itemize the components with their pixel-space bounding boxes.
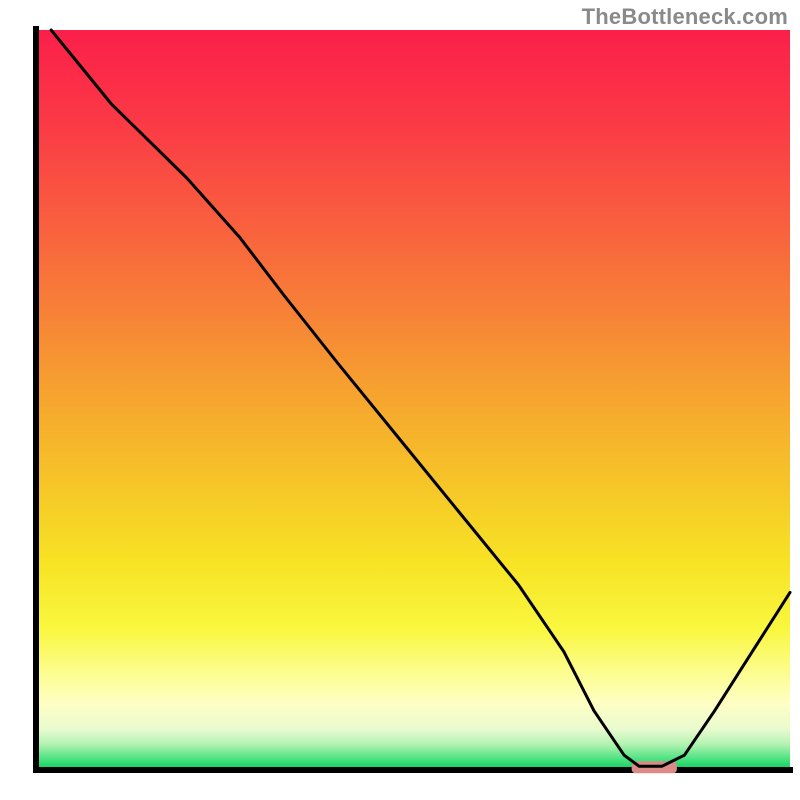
- bottleneck-chart: [0, 0, 800, 800]
- chart-container: TheBottleneck.com: [0, 0, 800, 800]
- watermark-text: TheBottleneck.com: [582, 4, 788, 30]
